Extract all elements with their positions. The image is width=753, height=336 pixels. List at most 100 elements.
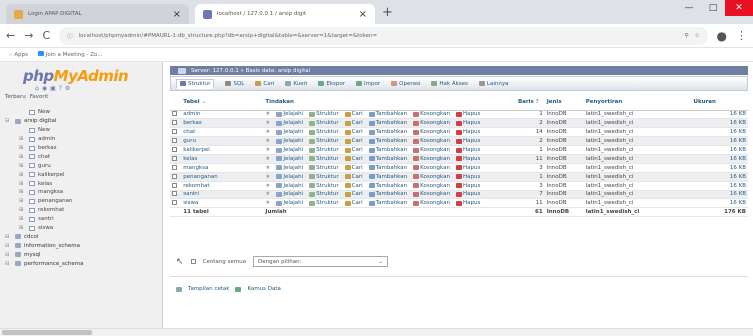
action-tambahkan[interactable]: Tambahkan bbox=[368, 174, 407, 180]
maximize-icon[interactable]: □ bbox=[701, 0, 725, 16]
account-icon[interactable]: ● bbox=[717, 29, 727, 43]
tree-toggle-icon[interactable]: ⊞ bbox=[19, 207, 26, 213]
action-jelajahi[interactable]: Jelajahi bbox=[276, 120, 303, 126]
action-kosongkan[interactable]: Kosongkan bbox=[413, 191, 450, 197]
action-hapus[interactable]: Hapus bbox=[456, 147, 480, 153]
table-size[interactable]: 16 KB bbox=[730, 191, 746, 197]
action-kosongkan[interactable]: Kosongkan bbox=[413, 165, 450, 171]
tree-toggle-icon[interactable]: ⊟ bbox=[5, 252, 12, 258]
action-jelajahi[interactable]: Jelajahi bbox=[276, 165, 303, 171]
table-size[interactable]: 16 KB bbox=[730, 200, 746, 206]
tree-toggle-icon[interactable]: ⊟ bbox=[5, 118, 12, 124]
table-name-link[interactable]: kelas bbox=[183, 156, 197, 162]
row-checkbox[interactable] bbox=[172, 173, 177, 179]
data-dictionary-link[interactable]: Kamus Data bbox=[247, 286, 280, 292]
tree-item[interactable]: ⊞ mangksa bbox=[3, 188, 161, 197]
row-checkbox[interactable] bbox=[172, 191, 177, 197]
action-kosongkan[interactable]: Kosongkan bbox=[413, 129, 450, 135]
favorite-star-icon[interactable]: ★ bbox=[265, 147, 270, 153]
action-struktur[interactable]: Struktur bbox=[309, 156, 339, 162]
tree-toggle-icon[interactable]: ⊞ bbox=[19, 181, 26, 187]
table-size[interactable]: 16 KB bbox=[730, 183, 746, 189]
row-checkbox[interactable] bbox=[172, 120, 177, 126]
action-hapus[interactable]: Hapus bbox=[456, 111, 480, 117]
row-checkbox[interactable] bbox=[172, 200, 177, 206]
action-cari[interactable]: Cari bbox=[344, 138, 363, 144]
tree-toggle-icon[interactable]: ⊞ bbox=[19, 136, 26, 142]
tree-item[interactable]: New bbox=[3, 126, 161, 135]
action-jelajahi[interactable]: Jelajahi bbox=[276, 129, 303, 135]
tab-ekspor[interactable]: Ekspor bbox=[318, 81, 345, 87]
recent-link[interactable]: Terbaru bbox=[5, 94, 26, 100]
action-cari[interactable]: Cari bbox=[344, 174, 363, 180]
table-name-link[interactable]: penanganan bbox=[183, 174, 217, 180]
row-checkbox[interactable] bbox=[172, 155, 177, 161]
action-tambahkan[interactable]: Tambahkan bbox=[368, 183, 407, 189]
logout-icon[interactable]: ◉ bbox=[42, 85, 47, 92]
tree-toggle-icon[interactable]: ⊟ bbox=[5, 243, 12, 249]
action-tambahkan[interactable]: Tambahkan bbox=[368, 147, 407, 153]
table-name-link[interactable]: berkas bbox=[183, 120, 201, 126]
favorite-star-icon[interactable]: ★ bbox=[265, 120, 270, 126]
table-name-link[interactable]: admin bbox=[183, 111, 200, 117]
action-struktur[interactable]: Struktur bbox=[309, 191, 339, 197]
breadcrumb-text[interactable]: Server: 127.0.0.1 » Basis data: arsip di… bbox=[191, 68, 310, 74]
action-kosongkan[interactable]: Kosongkan bbox=[413, 120, 450, 126]
tree-toggle-icon[interactable]: ⊟ bbox=[5, 234, 12, 240]
docs-icon[interactable]: ? bbox=[59, 85, 62, 92]
action-tambahkan[interactable]: Tambahkan bbox=[368, 129, 407, 135]
close-window-icon[interactable]: ✕ bbox=[725, 0, 753, 16]
close-tab-icon[interactable]: × bbox=[359, 9, 367, 20]
action-kosongkan[interactable]: Kosongkan bbox=[413, 138, 450, 144]
action-tambahkan[interactable]: Tambahkan bbox=[368, 138, 407, 144]
action-struktur[interactable]: Struktur bbox=[309, 174, 339, 180]
tree-toggle-icon[interactable]: ⊞ bbox=[19, 225, 26, 231]
favorite-star-icon[interactable]: ★ bbox=[265, 129, 270, 135]
action-struktur[interactable]: Struktur bbox=[309, 120, 339, 126]
tree-item[interactable]: ⊞ rekomhat bbox=[3, 206, 161, 215]
tree-toggle-icon[interactable]: ⊟ bbox=[5, 261, 12, 267]
action-hapus[interactable]: Hapus bbox=[456, 138, 480, 144]
tree-item[interactable]: ⊞ chat bbox=[3, 152, 161, 161]
table-size[interactable]: 16 KB bbox=[730, 165, 746, 171]
action-hapus[interactable]: Hapus bbox=[456, 174, 480, 180]
tree-item[interactable]: ⊟ performance_schema bbox=[3, 259, 161, 268]
action-hapus[interactable]: Hapus bbox=[456, 156, 480, 162]
row-checkbox[interactable] bbox=[172, 138, 177, 144]
action-struktur[interactable]: Struktur bbox=[309, 183, 339, 189]
action-hapus[interactable]: Hapus bbox=[456, 120, 480, 126]
action-tambahkan[interactable]: Tambahkan bbox=[368, 200, 407, 206]
tree-toggle-icon[interactable]: ⊞ bbox=[19, 216, 26, 222]
reload-icon[interactable]: C bbox=[42, 29, 50, 42]
tree-item[interactable]: ⊞ siswa bbox=[3, 224, 161, 233]
table-size[interactable]: 16 KB bbox=[730, 174, 746, 180]
action-cari[interactable]: Cari bbox=[344, 200, 363, 206]
action-kosongkan[interactable]: Kosongkan bbox=[413, 156, 450, 162]
row-checkbox[interactable] bbox=[172, 164, 177, 170]
scrollbar-thumb[interactable] bbox=[2, 330, 92, 335]
phpmyadmin-logo[interactable]: phpMyAdmin bbox=[23, 67, 129, 85]
table-name-link[interactable]: chat bbox=[183, 129, 195, 135]
tree-toggle-icon[interactable]: ⊞ bbox=[19, 198, 26, 204]
action-struktur[interactable]: Struktur bbox=[309, 129, 339, 135]
action-kosongkan[interactable]: Kosongkan bbox=[413, 111, 450, 117]
tree-toggle-icon[interactable]: ⊞ bbox=[19, 163, 26, 169]
action-tambahkan[interactable]: Tambahkan bbox=[368, 191, 407, 197]
header-rows[interactable]: Baris ? bbox=[515, 94, 545, 111]
tree-item[interactable]: ⊟ information_schema bbox=[3, 241, 161, 250]
header-collation[interactable]: Penyortiran bbox=[583, 94, 692, 111]
tree-item[interactable]: ⊟ mysql bbox=[3, 250, 161, 259]
back-icon[interactable]: ← bbox=[6, 29, 15, 42]
action-tambahkan[interactable]: Tambahkan bbox=[368, 120, 407, 126]
bookmark-zoom[interactable]: Join a Meeting - Zo... bbox=[37, 51, 103, 58]
tab-operasi[interactable]: Operasi bbox=[391, 81, 420, 87]
action-cari[interactable]: Cari bbox=[344, 129, 363, 135]
tree-toggle-icon[interactable]: ⊞ bbox=[19, 172, 26, 178]
table-size[interactable]: 16 KB bbox=[730, 147, 746, 153]
tree-item[interactable]: New bbox=[3, 108, 161, 117]
tree-item[interactable]: ⊞ kalikerpel bbox=[3, 170, 161, 179]
tree-item[interactable]: ⊞ berkas bbox=[3, 144, 161, 153]
forward-icon[interactable]: → bbox=[24, 29, 33, 42]
action-hapus[interactable]: Hapus bbox=[456, 200, 480, 206]
action-struktur[interactable]: Struktur bbox=[309, 111, 339, 117]
